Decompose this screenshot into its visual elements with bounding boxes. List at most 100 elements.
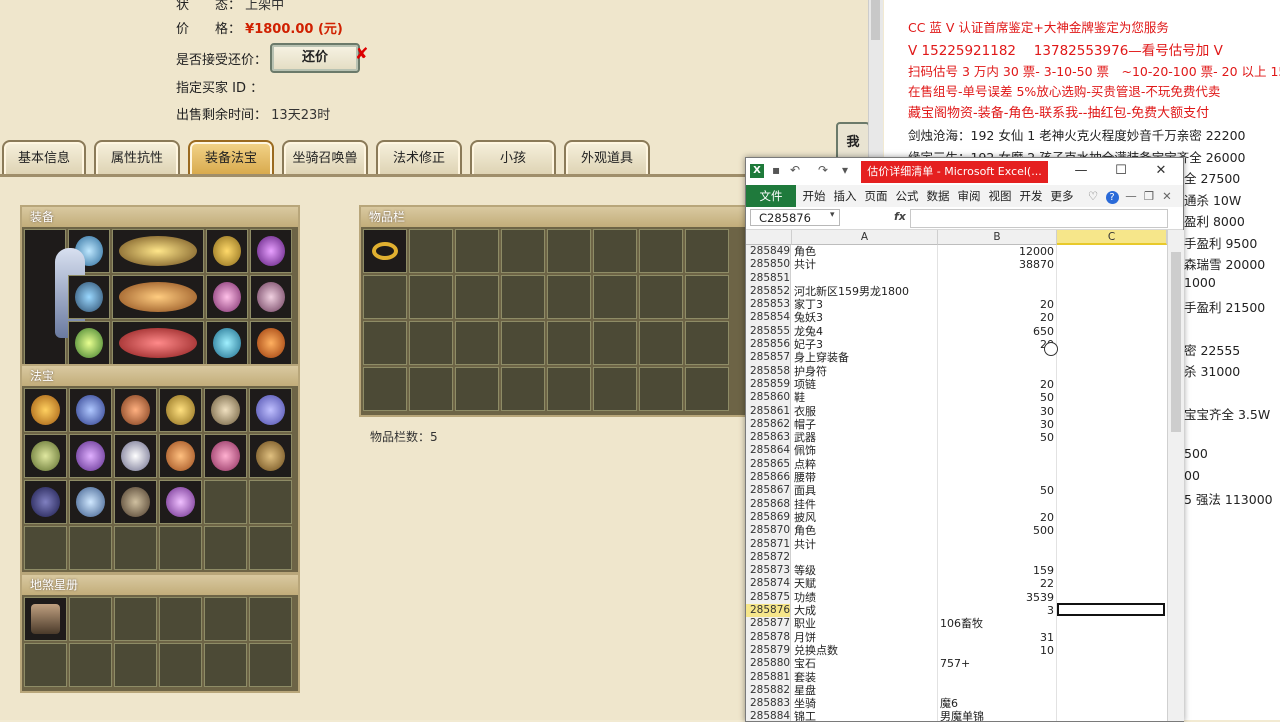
sheet-row[interactable]: 285868 挂件 xyxy=(746,497,1167,511)
star-book-slot-empty[interactable] xyxy=(69,597,112,641)
row-number[interactable]: 285849 xyxy=(746,245,791,259)
treasure-slot[interactable] xyxy=(24,434,67,478)
cell-a[interactable]: 星盘 xyxy=(794,684,934,697)
row-number[interactable]: 285878 xyxy=(746,630,791,644)
row-number[interactable]: 285852 xyxy=(746,284,791,299)
sheet-vertical-scrollbar[interactable] xyxy=(1167,230,1184,721)
inventory-slot-empty[interactable] xyxy=(685,275,729,319)
cell-b[interactable]: 106畜牧 xyxy=(940,617,1056,630)
ribbon-tab-review[interactable]: 审阅 xyxy=(956,185,982,207)
cell-b[interactable]: 12000 xyxy=(938,245,1054,258)
sheet-row[interactable]: 285884 锦工 男魔单锦 xyxy=(746,710,1167,721)
cell-b[interactable]: 500 xyxy=(938,524,1054,537)
inventory-slot-empty[interactable] xyxy=(455,229,499,273)
treasure-slot[interactable] xyxy=(249,434,292,478)
customize-toolbar-icon[interactable]: ▾ xyxy=(842,163,848,177)
ribbon-tab-home[interactable]: 开始 xyxy=(800,185,828,207)
sheet-row[interactable]: 285883 坐骑 魔6 xyxy=(746,697,1167,711)
treasure-slot-empty[interactable] xyxy=(24,526,67,570)
cell-b[interactable]: 22 xyxy=(938,577,1054,590)
cell-a[interactable]: 宝石 xyxy=(794,657,934,670)
treasure-slot[interactable] xyxy=(159,434,202,478)
row-number[interactable]: 285863 xyxy=(746,431,791,445)
sheet-row[interactable]: 285878 月饼 31 xyxy=(746,630,1167,644)
save-icon[interactable]: ▪ xyxy=(772,163,780,177)
inventory-slot-empty[interactable] xyxy=(593,229,637,273)
row-number[interactable]: 285857 xyxy=(746,351,791,365)
row-number[interactable]: 285874 xyxy=(746,577,791,591)
treasure-slot-empty[interactable] xyxy=(249,526,292,570)
sheet-row[interactable]: 285856妃子3 20 xyxy=(746,338,1167,352)
name-box-dropdown-icon[interactable]: ▾ xyxy=(830,210,835,220)
sheet-row[interactable]: 285873 等级 159 xyxy=(746,564,1167,578)
cell-b[interactable]: 20 xyxy=(938,338,1054,351)
sheet-row[interactable]: 285861 衣服 30 xyxy=(746,404,1167,418)
cell-a[interactable]: 等级 xyxy=(794,564,934,577)
row-number[interactable]: 285854 xyxy=(746,311,791,325)
cell-b[interactable]: 50 xyxy=(938,391,1054,404)
cell-b[interactable]: 50 xyxy=(938,431,1054,444)
sheet-row[interactable]: 285880 宝石 757+ xyxy=(746,657,1167,671)
star-book-slot-empty[interactable] xyxy=(69,643,112,687)
counter-offer-button[interactable]: 还价 xyxy=(270,43,360,73)
cell-b[interactable]: 38870 xyxy=(938,258,1054,271)
tab-child[interactable]: 小孩 xyxy=(470,140,556,176)
ribbon-options-icon[interactable]: ♡ xyxy=(1086,185,1100,207)
cell-a[interactable]: 护身符 xyxy=(794,365,934,378)
row-number[interactable]: 285851 xyxy=(746,271,791,285)
treasure-slot[interactable] xyxy=(114,388,157,432)
inventory-slot-empty[interactable] xyxy=(409,321,453,365)
column-header-b[interactable]: B xyxy=(938,230,1057,245)
tab-appearance-items[interactable]: 外观道具 xyxy=(564,140,650,176)
row-number[interactable]: 285877 xyxy=(746,617,791,631)
sheet-row[interactable]: 285857 身上穿装备 xyxy=(746,351,1167,365)
cell-b[interactable]: 20 xyxy=(938,311,1054,324)
inventory-slot-empty[interactable] xyxy=(593,275,637,319)
formula-input[interactable] xyxy=(910,209,1168,228)
inventory-slot[interactable] xyxy=(363,229,407,273)
star-book-slot-empty[interactable] xyxy=(204,597,247,641)
inventory-slot-empty[interactable] xyxy=(593,321,637,365)
equipment-slot[interactable] xyxy=(206,275,248,319)
sheet-row[interactable]: 285858 护身符 xyxy=(746,364,1167,378)
sheet-row[interactable]: 285867 面具 50 xyxy=(746,484,1167,498)
row-number[interactable]: 285862 xyxy=(746,417,791,432)
minimize-icon[interactable]: — xyxy=(1066,161,1096,181)
sheet-row[interactable]: 285870 角色 500 xyxy=(746,524,1167,538)
row-number[interactable]: 285880 xyxy=(746,657,791,671)
cell-b[interactable]: 30 xyxy=(938,405,1054,418)
equipment-slot[interactable] xyxy=(112,275,204,319)
inventory-slot-empty[interactable] xyxy=(501,229,545,273)
ribbon-close-icon[interactable]: ✕ xyxy=(1160,185,1174,207)
row-number[interactable]: 285850 xyxy=(746,258,791,272)
row-number[interactable]: 285864 xyxy=(746,444,791,458)
close-icon[interactable]: ✕ xyxy=(1146,161,1176,181)
sheet-row[interactable]: 285879 兑换点数 10 xyxy=(746,643,1167,658)
equipment-slot[interactable] xyxy=(206,229,248,273)
inventory-slot-empty[interactable] xyxy=(455,275,499,319)
inventory-slot-empty[interactable] xyxy=(639,321,683,365)
cell-a[interactable]: 角色 xyxy=(794,524,934,537)
inventory-slot-empty[interactable] xyxy=(685,229,729,273)
inventory-slot-empty[interactable] xyxy=(639,229,683,273)
star-book-slot-empty[interactable] xyxy=(24,643,67,687)
insert-function-icon[interactable]: fx xyxy=(894,210,906,223)
tab-basic-info[interactable]: 基本信息 xyxy=(2,140,86,176)
row-number[interactable]: 285856 xyxy=(746,338,791,352)
sheet-row[interactable]: 285855 龙兔4 650 xyxy=(746,324,1167,339)
row-number[interactable]: 285872 xyxy=(746,550,791,565)
treasure-slot[interactable] xyxy=(114,434,157,478)
ribbon-tab-insert[interactable]: 插入 xyxy=(832,185,858,207)
treasure-slot-empty[interactable] xyxy=(69,526,112,570)
cell-b[interactable]: 159 xyxy=(938,564,1054,577)
cell-a[interactable]: 大成 xyxy=(794,604,934,617)
cell-b[interactable]: 3 xyxy=(938,604,1054,617)
row-number[interactable]: 285865 xyxy=(746,457,791,472)
cell-a[interactable]: 龙兔4 xyxy=(794,325,934,338)
cell-a[interactable]: 河北新区159男龙1800 xyxy=(794,285,934,298)
cell-b[interactable]: 20 xyxy=(938,298,1054,311)
ribbon-tab-view[interactable]: 视图 xyxy=(987,185,1013,207)
cell-a[interactable]: 职业 xyxy=(794,617,934,630)
row-number[interactable]: 285861 xyxy=(746,404,791,418)
treasure-slot[interactable] xyxy=(69,434,112,478)
